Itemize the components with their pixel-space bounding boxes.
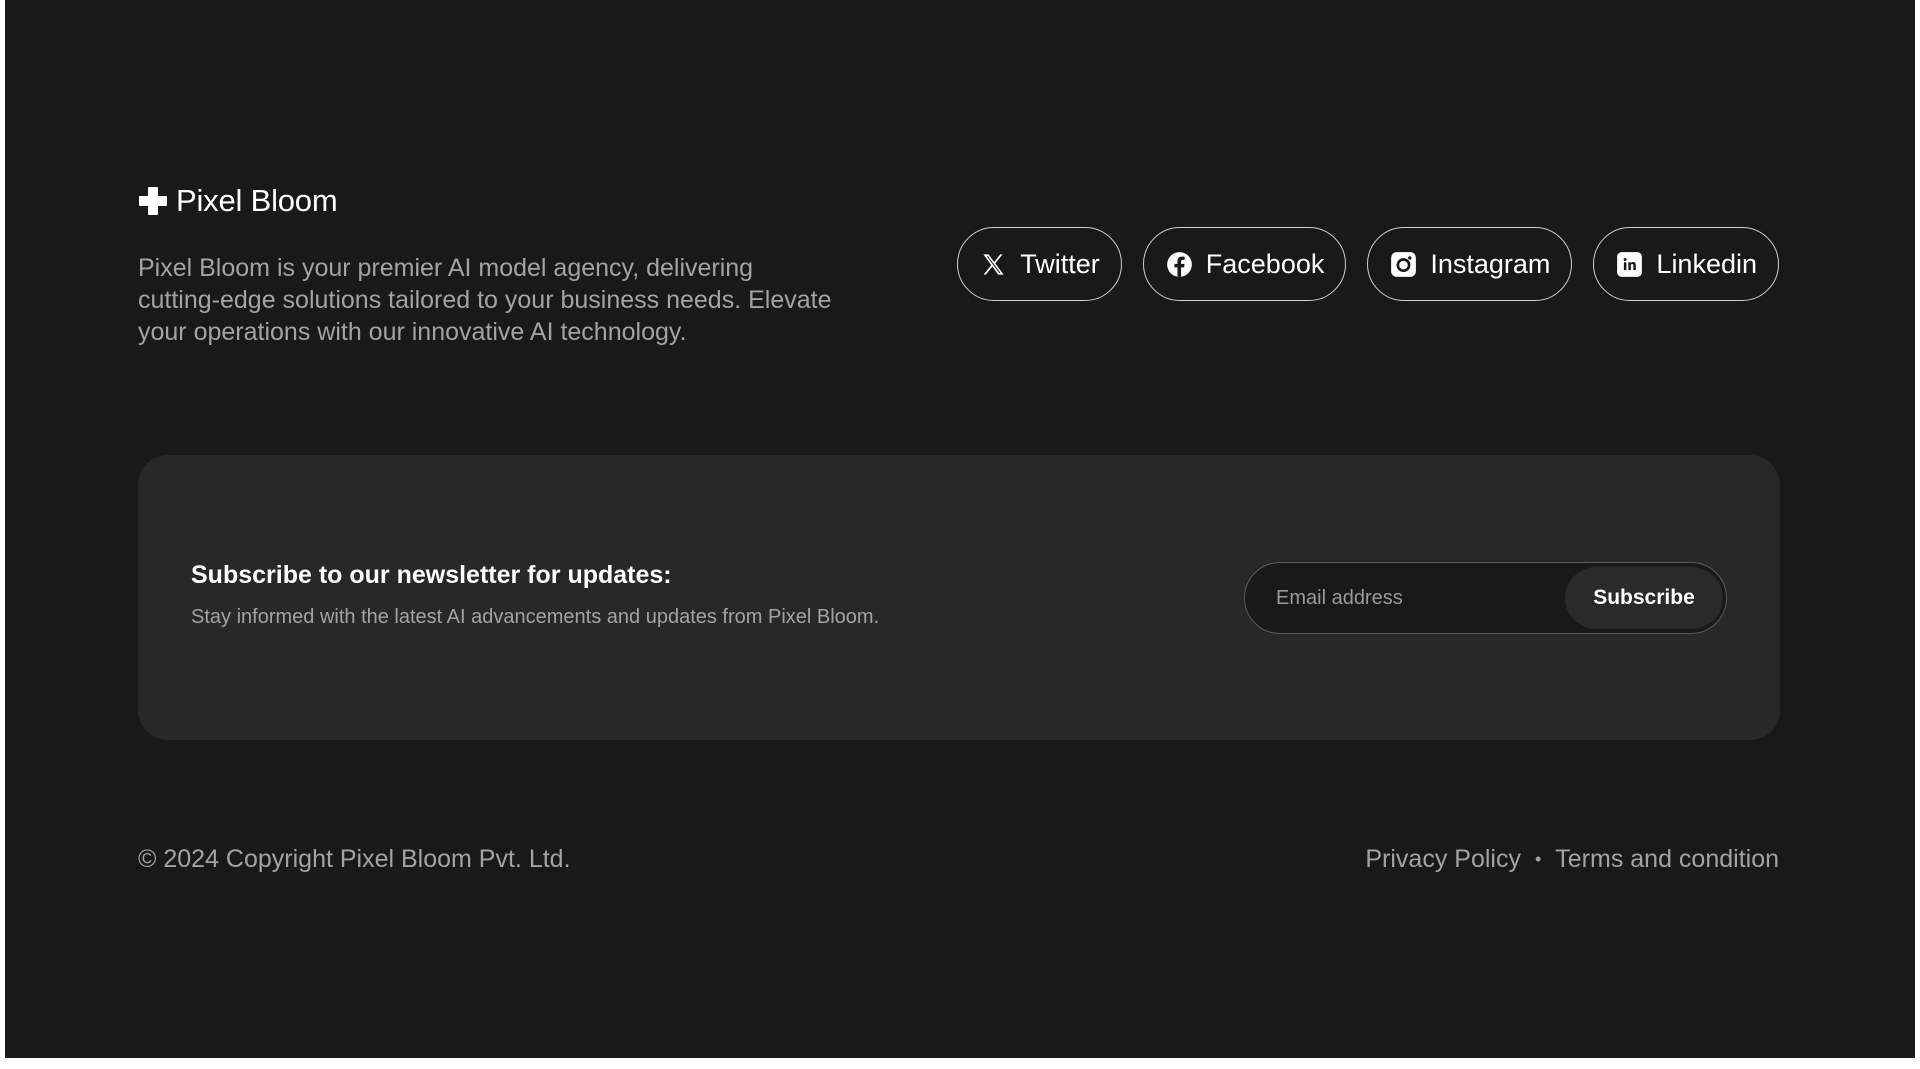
- logo[interactable]: Pixel Bloom: [138, 183, 838, 218]
- newsletter-form: Subscribe: [1244, 562, 1727, 634]
- site-footer: Pixel Bloom Pixel Bloom is your premier …: [5, 0, 1915, 1058]
- subscribe-button[interactable]: Subscribe: [1565, 567, 1723, 629]
- brand-block: Pixel Bloom Pixel Bloom is your premier …: [138, 183, 838, 348]
- x-twitter-icon: [983, 253, 1004, 275]
- copyright-text: © 2024 Copyright Pixel Bloom Pvt. Ltd.: [138, 845, 571, 873]
- brand-tagline: Pixel Bloom is your premier AI model age…: [138, 254, 832, 346]
- facebook-label: Facebook: [1205, 248, 1325, 279]
- twitter-label: Twitter: [1020, 248, 1100, 279]
- cross-plus-icon: [139, 187, 167, 215]
- linkedin-icon: [1617, 251, 1643, 277]
- twitter-button[interactable]: Twitter: [957, 227, 1122, 301]
- email-input[interactable]: [1248, 566, 1565, 630]
- linkedin-label: Linkedin: [1656, 248, 1757, 279]
- linkedin-button[interactable]: Linkedin: [1593, 227, 1779, 301]
- facebook-icon: [1166, 251, 1192, 277]
- instagram-label: Instagram: [1430, 248, 1551, 279]
- separator-dot: •: [1534, 849, 1542, 869]
- legal-links: Privacy Policy • Terms and condition: [1365, 845, 1779, 874]
- newsletter-title: Subscribe to our newsletter for updates:: [191, 561, 672, 589]
- social-links: Twitter Facebook Instagram Linkedin: [957, 227, 1779, 301]
- terms-link[interactable]: Terms and condition: [1555, 845, 1779, 874]
- brand-name: Pixel Bloom: [176, 183, 338, 218]
- instagram-button[interactable]: Instagram: [1367, 227, 1573, 301]
- newsletter-subtitle: Stay informed with the latest AI advance…: [191, 606, 880, 628]
- facebook-button[interactable]: Facebook: [1142, 227, 1347, 301]
- instagram-icon: [1391, 251, 1417, 277]
- newsletter-panel: Subscribe to our newsletter for updates:…: [138, 455, 1780, 740]
- newsletter-text: Subscribe to our newsletter for updates:…: [191, 561, 879, 629]
- privacy-policy-link[interactable]: Privacy Policy: [1365, 845, 1521, 874]
